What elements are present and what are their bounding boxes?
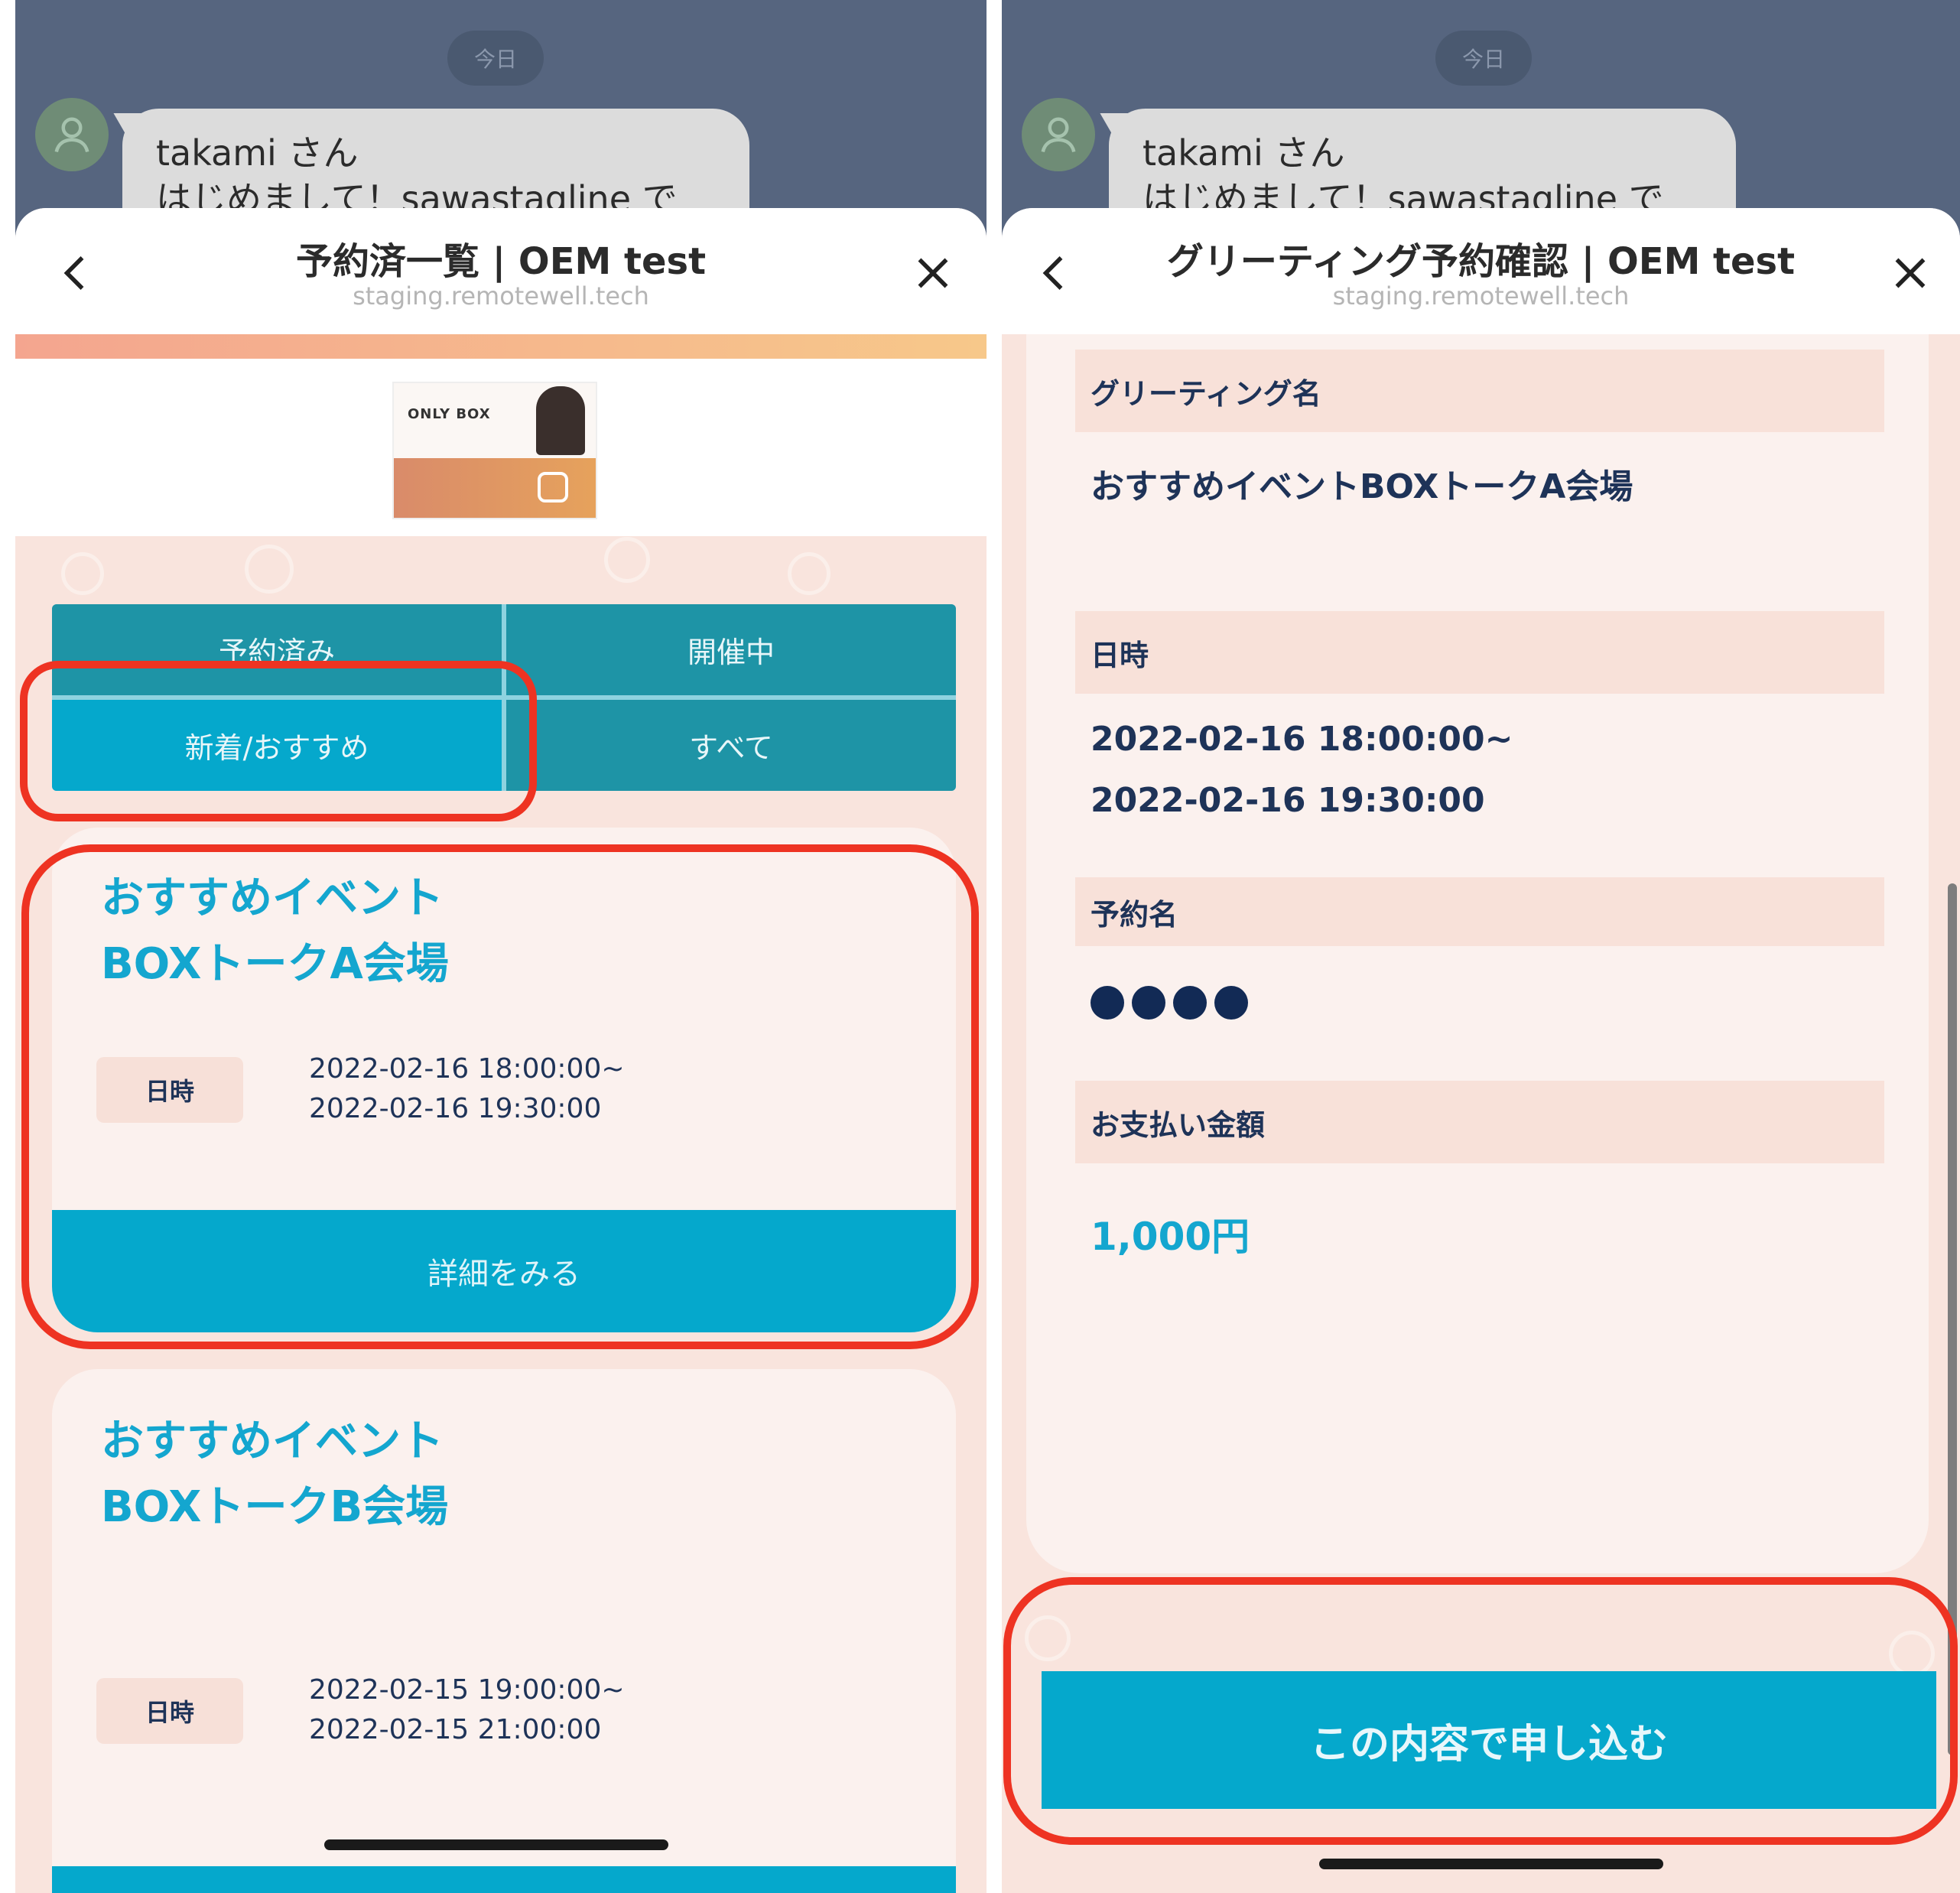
home-indicator [324,1839,668,1850]
sheet-title: グリーティング予約確認 | OEM test [1166,240,1796,283]
sheet-title: 予約済一覧 | OEM test [295,240,707,283]
user-icon [54,117,89,153]
decor-circle [604,537,650,583]
screen-divider [987,0,994,1893]
sheet-url: staging.remotewell.tech [1332,281,1630,311]
liff-sheet: グリーティング予約確認 | OEM test staging.remotewel… [1002,208,1960,1893]
sheet-url: staging.remotewell.tech [353,281,649,311]
view-details-button[interactable]: 詳細をみる [52,1210,956,1332]
brand-logo: ONLY BOX [408,406,491,422]
brand-banner[interactable]: ONLY BOX [392,382,597,519]
event-datetime: 2022-02-15 19:00:00~ 2022-02-15 21:00:00 [309,1670,625,1750]
tab-all[interactable]: すべて [506,700,956,791]
close-icon [918,258,948,288]
tab-reserved[interactable]: 予約済み [52,604,502,695]
banner-area: ONLY BOX [15,359,987,536]
event-start: 2022-02-16 18:00:00~ [309,1053,625,1085]
reservation-name-masked [1091,986,1248,1020]
payment-label: お支払い金額 [1075,1081,1884,1163]
banner-top: ONLY BOX [394,383,596,458]
mask-dot [1091,986,1124,1020]
header-gradient-bar [15,334,987,359]
mask-dot [1214,986,1248,1020]
event-card[interactable]: おすすめイベント BOXトークA会場 日時 2022-02-16 18:00:0… [52,828,956,1332]
event-title: おすすめイベント BOXトークB会場 [101,1409,448,1540]
tab-ongoing[interactable]: 開催中 [506,604,956,695]
date-label: 日時 [96,1678,243,1744]
reservation-name-label: 予約名 [1075,877,1884,946]
event-title: おすすめイベント BOXトークA会場 [101,866,449,997]
decor-circle [1889,1631,1935,1677]
greeting-name-value: おすすめイベントBOXトークA会場 [1091,467,1633,506]
decor-circle [61,552,104,595]
avatar [1022,98,1095,171]
home-indicator [1319,1859,1663,1869]
submit-application-button[interactable]: この内容で申し込む [1042,1671,1936,1809]
detail-scroll-area[interactable]: グリーティング名 おすすめイベントBOXトークA会場 日時 2022-02-16… [1002,334,1960,1893]
close-button[interactable] [906,246,960,300]
close-button[interactable] [1884,246,1937,300]
datetime-end: 2022-02-16 19:30:00 [1091,781,1485,820]
scrollbar[interactable] [1948,883,1957,1755]
tab-new-recommended[interactable]: 新着/おすすめ [52,700,502,791]
bubble-sender: takami さん [1143,132,1345,174]
right-screen: 今日 takami さん はじめまして！sawastagline で グリーティ… [994,0,1960,1893]
date-pill: 今日 [447,31,544,86]
banner-photo [536,386,585,455]
user-icon [1041,117,1076,153]
decor-circle [1025,1615,1071,1661]
event-end: 2022-02-15 21:00:00 [309,1714,602,1745]
liff-sheet: 予約済一覧 | OEM test staging.remotewell.tech… [15,208,987,1893]
avatar [35,98,109,171]
event-title-line1: おすすめイベント [101,873,444,923]
banner-bottom [394,458,596,518]
instagram-icon [538,472,568,503]
event-title-line1: おすすめイベント [101,1416,444,1466]
sheet-header: グリーティング予約確認 | OEM test staging.remotewel… [1002,208,1960,334]
datetime-start: 2022-02-16 18:00:00~ [1091,720,1513,759]
date-pill: 今日 [1435,31,1532,86]
detail-card: グリーティング名 おすすめイベントBOXトークA会場 日時 2022-02-16… [1026,334,1929,1573]
datetime-label: 日時 [1075,611,1884,694]
event-datetime: 2022-02-16 18:00:00~ 2022-02-16 19:30:00 [309,1049,625,1129]
bubble-sender: takami さん [156,132,359,174]
category-tabs: 予約済み 開催中 新着/おすすめ すべて [52,604,956,791]
decor-circle [245,545,294,594]
mask-dot [1173,986,1207,1020]
date-label: 日時 [96,1057,243,1123]
mask-dot [1132,986,1165,1020]
decor-circle [788,552,830,595]
payment-amount: 1,000円 [1091,1215,1250,1259]
datetime-value: 2022-02-16 18:00:00~ 2022-02-16 19:30:00 [1091,709,1513,831]
sheet-header: 予約済一覧 | OEM test staging.remotewell.tech [15,208,987,334]
event-end: 2022-02-16 19:30:00 [309,1093,602,1124]
event-title-line2: BOXトークB会場 [101,1482,449,1532]
event-card[interactable]: おすすめイベント BOXトークB会場 日時 2022-02-15 19:00:0… [52,1369,956,1893]
close-icon [1895,258,1926,288]
event-start: 2022-02-15 19:00:00~ [309,1674,625,1706]
left-screen: 今日 takami さん はじめまして！sawastagline で 予約済一覧… [0,0,987,1893]
card-button-partial[interactable] [52,1866,956,1893]
greeting-name-label: グリーティング名 [1075,350,1884,432]
event-title-line2: BOXトークA会場 [101,939,449,989]
